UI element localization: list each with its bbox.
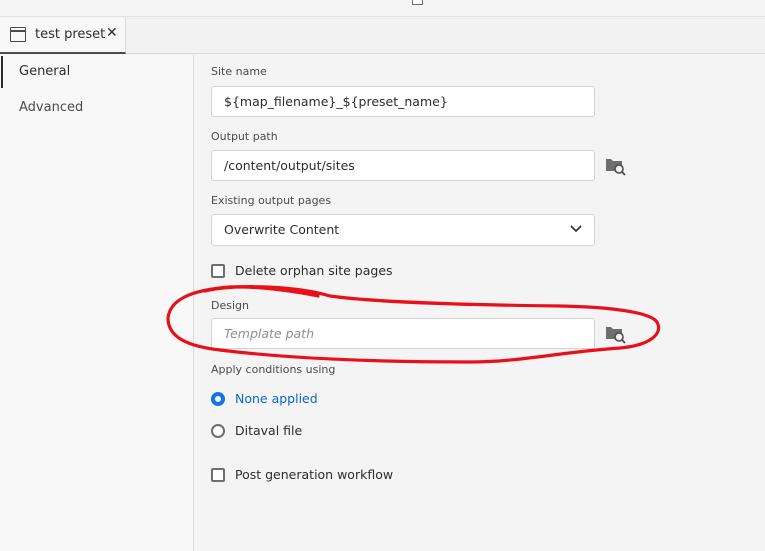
output-path-label: Output path [211,130,278,143]
radio-none-applied-label: None applied [235,391,318,406]
existing-pages-label: Existing output pages [211,194,332,207]
design-template-path-field[interactable]: Template path [211,318,595,349]
folder-search-icon[interactable] [604,154,626,176]
post-generation-checkbox[interactable] [211,468,225,482]
design-label: Design [211,299,249,312]
site-name-label: Site name [211,65,267,78]
site-name-field[interactable]: ${map_filename}_${preset_name} [211,86,595,117]
sidebar-item-general[interactable]: General [0,55,194,89]
existing-pages-dropdown[interactable]: Overwrite Content [211,214,595,246]
window-control-icon[interactable] [412,0,423,5]
radio-ditaval-file[interactable] [211,424,225,438]
post-generation-label: Post generation workflow [235,467,394,482]
radio-ditaval-file-label: Ditaval file [235,423,303,438]
sidebar-item-label: General [19,64,71,79]
output-path-field[interactable]: /content/output/sites [211,150,595,181]
settings-panel: Site name ${map_filename}_${preset_name}… [195,55,765,551]
chevron-down-icon [570,225,582,233]
tab-label: test preset [35,27,106,42]
folder-search-icon[interactable] [604,322,626,344]
radio-none-applied[interactable] [211,392,225,406]
sidebar-item-label: Advanced [19,100,84,115]
delete-orphan-label: Delete orphan site pages [235,263,393,278]
close-icon[interactable]: ✕ [106,25,118,41]
sidebar: General Advanced [0,55,194,551]
top-strip [0,0,765,17]
tab-bar: test preset ✕ [0,18,765,54]
tab-test-preset[interactable]: test preset ✕ [0,18,126,54]
window-icon [10,27,26,42]
delete-orphan-checkbox[interactable] [211,264,225,278]
apply-conditions-label: Apply conditions using [211,363,336,376]
existing-pages-value: Overwrite Content [224,222,340,237]
sidebar-item-advanced[interactable]: Advanced [0,91,194,125]
